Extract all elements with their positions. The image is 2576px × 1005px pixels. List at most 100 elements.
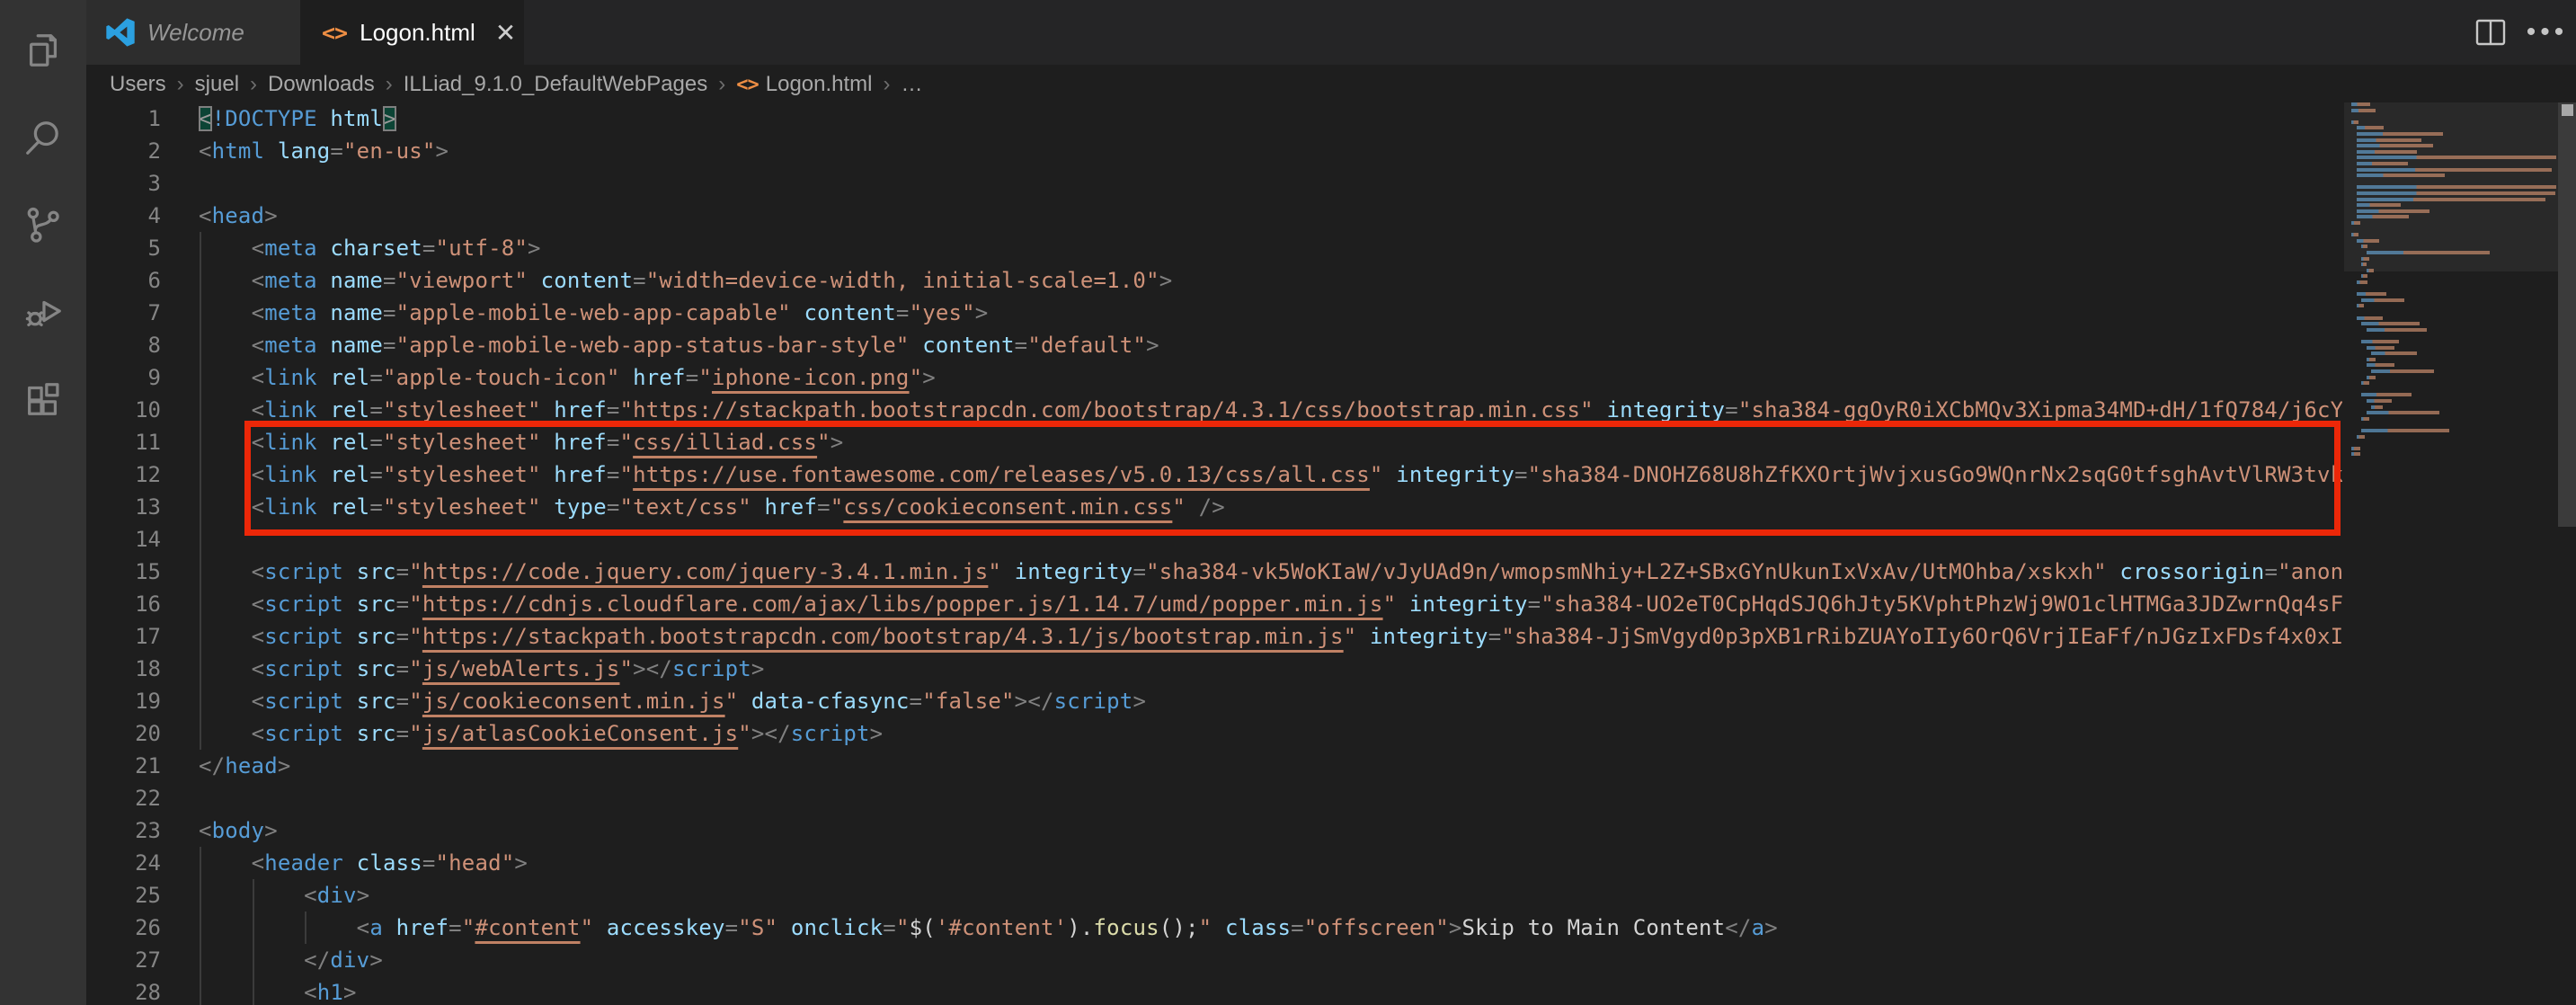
code-line[interactable]: 19 <script src="js/cookieconsent.min.js"… bbox=[86, 685, 2342, 717]
code-text: <meta charset="utf-8"> bbox=[199, 232, 541, 264]
minimap-line bbox=[2357, 215, 2410, 218]
vscode-window: Welcome <> Logon.html ✕ ••• Users › sjuel ›… bbox=[0, 0, 2576, 1005]
breadcrumb-item[interactable]: Downloads bbox=[268, 72, 375, 97]
line-number: 24 bbox=[86, 847, 161, 879]
code-area[interactable]: 1<!DOCTYPE html>2 <html lang="en-us">34<h… bbox=[86, 102, 2342, 1005]
code-line[interactable]: 5 <meta charset="utf-8"> bbox=[86, 232, 2342, 264]
explorer-icon[interactable] bbox=[0, 7, 86, 93]
code-line[interactable]: 20 <script src="js/atlasCookieConsent.js… bbox=[86, 717, 2342, 750]
code-text: <script src="https://stackpath.bootstrap… bbox=[199, 620, 2342, 653]
line-number: 10 bbox=[86, 394, 161, 426]
tab-logon-label: Logon.html bbox=[360, 19, 475, 47]
code-text: <meta name="apple-mobile-web-app-capable… bbox=[199, 297, 988, 329]
code-text: <link rel="apple-touch-icon" href="iphon… bbox=[199, 361, 936, 394]
minimap[interactable] bbox=[2344, 102, 2558, 1005]
line-number: 27 bbox=[86, 944, 161, 976]
line-number: 23 bbox=[86, 814, 161, 847]
minimap-line bbox=[2367, 269, 2374, 272]
code-line[interactable]: 26 <a href="#content" accesskey="S" oncl… bbox=[86, 912, 2342, 944]
code-line[interactable]: 1<!DOCTYPE html> bbox=[86, 102, 2342, 135]
minimap-line bbox=[2351, 102, 2370, 106]
line-number: 8 bbox=[86, 329, 161, 361]
code-line[interactable]: 6 <meta name="viewport" content="width=d… bbox=[86, 264, 2342, 297]
minimap-line bbox=[2357, 435, 2366, 439]
minimap-line bbox=[2367, 328, 2427, 332]
breadcrumb-item[interactable]: Users bbox=[110, 72, 166, 97]
split-editor-icon[interactable] bbox=[2459, 0, 2522, 65]
code-text: <script src="js/webAlerts.js"></script> bbox=[199, 653, 765, 685]
code-line[interactable]: 25 <div> bbox=[86, 879, 2342, 912]
minimap-line bbox=[2371, 369, 2434, 373]
line-number: 2 bbox=[86, 135, 161, 167]
breadcrumb-item[interactable]: … bbox=[902, 72, 923, 97]
run-and-debug-icon[interactable] bbox=[0, 269, 86, 355]
vscode-logo-icon bbox=[106, 18, 135, 47]
source-control-icon[interactable] bbox=[0, 182, 86, 268]
line-number: 28 bbox=[86, 976, 161, 1005]
line-number: 18 bbox=[86, 653, 161, 685]
tab-welcome[interactable]: Welcome bbox=[86, 0, 300, 65]
code-text: <link rel="stylesheet" href="css/illiad.… bbox=[199, 426, 843, 458]
breadcrumb-item[interactable]: ILLiad_9.1.0_DefaultWebPages bbox=[404, 72, 707, 97]
breadcrumb-item[interactable]: sjuel bbox=[195, 72, 239, 97]
code-line[interactable]: 22 bbox=[86, 782, 2342, 814]
minimap-line bbox=[2367, 411, 2439, 414]
line-number: 19 bbox=[86, 685, 161, 717]
code-text: <script src="https://cdnjs.cloudflare.co… bbox=[199, 588, 2342, 620]
code-line[interactable]: 4<head> bbox=[86, 200, 2342, 232]
minimap-line bbox=[2357, 173, 2445, 177]
code-line[interactable]: 14 bbox=[86, 523, 2342, 556]
tab-logon-html[interactable]: <> Logon.html ✕ bbox=[300, 0, 524, 65]
more-actions-icon[interactable]: ••• bbox=[2518, 0, 2576, 65]
code-text: <script src="js/cookieconsent.min.js" da… bbox=[199, 685, 1146, 717]
tab-welcome-label: Welcome bbox=[147, 19, 244, 47]
minimap-line bbox=[2357, 132, 2444, 136]
breadcrumb-separator: › bbox=[177, 72, 184, 97]
line-number: 7 bbox=[86, 297, 161, 329]
code-line[interactable]: 2 <html lang="en-us"> bbox=[86, 135, 2342, 167]
code-line[interactable]: 17 <script src="https://stackpath.bootst… bbox=[86, 620, 2342, 653]
code-editor[interactable]: 1<!DOCTYPE html>2 <html lang="en-us">34<h… bbox=[86, 102, 2576, 1005]
breadcrumb-separator: › bbox=[250, 72, 257, 97]
code-line[interactable]: 11 <link rel="stylesheet" href="css/illi… bbox=[86, 426, 2342, 458]
breadcrumb-separator: › bbox=[386, 72, 393, 97]
code-line[interactable]: 18 <script src="js/webAlerts.js"></scrip… bbox=[86, 653, 2342, 685]
minimap-line bbox=[2351, 109, 2376, 112]
code-line[interactable]: 8 <meta name="apple-mobile-web-app-statu… bbox=[86, 329, 2342, 361]
minimap-line bbox=[2357, 198, 2545, 201]
minimap-line bbox=[2357, 162, 2408, 165]
code-text: <html lang="en-us"> bbox=[199, 135, 449, 167]
code-line[interactable]: 27 </div> bbox=[86, 944, 2342, 976]
scrollbar-track[interactable] bbox=[2558, 102, 2576, 1005]
code-line[interactable]: 21</head> bbox=[86, 750, 2342, 782]
line-number: 20 bbox=[86, 717, 161, 750]
code-line[interactable]: 23<body> bbox=[86, 814, 2342, 847]
minimap-line bbox=[2351, 447, 2360, 450]
code-line[interactable]: 3 bbox=[86, 167, 2342, 200]
minimap-line bbox=[2361, 274, 2367, 278]
close-tab-icon[interactable]: ✕ bbox=[495, 18, 516, 48]
code-line[interactable]: 15 <script src="https://code.jquery.com/… bbox=[86, 556, 2342, 588]
html-file-icon: <> bbox=[322, 20, 347, 46]
minimap-line bbox=[2371, 405, 2383, 409]
code-line[interactable]: 16 <script src="https://cdnjs.cloudflare… bbox=[86, 588, 2342, 620]
code-line[interactable]: 10 <link rel="stylesheet" href="https://… bbox=[86, 394, 2342, 426]
breadcrumb-item[interactable]: Logon.html bbox=[766, 72, 873, 97]
minimap-line bbox=[2357, 150, 2417, 154]
breadcrumb: Users › sjuel › Downloads › ILLiad_9.1.0_Defau… bbox=[86, 65, 2576, 104]
code-line[interactable]: 24 <header class="head"> bbox=[86, 847, 2342, 879]
code-line[interactable]: 9 <link rel="apple-touch-icon" href="iph… bbox=[86, 361, 2342, 394]
line-number: 14 bbox=[86, 523, 161, 556]
scrollbar-thumb[interactable] bbox=[2558, 102, 2576, 527]
code-text: <h1> bbox=[199, 976, 357, 1005]
minimap-line bbox=[2351, 221, 2360, 225]
minimap-line bbox=[2357, 280, 2368, 284]
code-line[interactable]: 7 <meta name="apple-mobile-web-app-capab… bbox=[86, 297, 2342, 329]
code-text: <script src="https://code.jquery.com/jqu… bbox=[199, 556, 2342, 588]
minimap-line bbox=[2357, 185, 2556, 189]
extensions-icon[interactable] bbox=[0, 356, 86, 442]
search-icon[interactable] bbox=[0, 94, 86, 181]
code-line[interactable]: 13 <link rel="stylesheet" type="text/css… bbox=[86, 491, 2342, 523]
code-line[interactable]: 12 <link rel="stylesheet" href="https://… bbox=[86, 458, 2342, 491]
code-line[interactable]: 28 <h1> bbox=[86, 976, 2342, 1005]
